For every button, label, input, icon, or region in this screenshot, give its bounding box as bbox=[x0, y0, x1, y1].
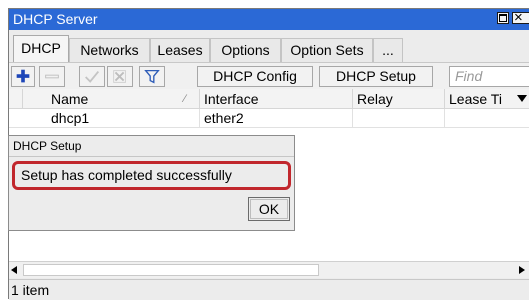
maximize-icon[interactable] bbox=[497, 12, 509, 24]
dialog-title: DHCP Setup bbox=[13, 139, 82, 153]
tab-leases[interactable]: Leases bbox=[150, 38, 210, 62]
close-icon[interactable] bbox=[512, 8, 529, 28]
window-titlebar[interactable]: DHCP Server bbox=[9, 8, 529, 30]
minus-icon bbox=[45, 74, 59, 79]
dhcp-config-button[interactable]: DHCP Config bbox=[197, 66, 313, 87]
cell-relay bbox=[353, 109, 445, 127]
cell-lease-time bbox=[445, 109, 529, 127]
enable-button[interactable] bbox=[79, 66, 105, 87]
table-row[interactable]: dhcp1 ether2 bbox=[9, 109, 529, 128]
tab-dhcp[interactable]: DHCP bbox=[13, 35, 69, 62]
find-input[interactable]: Find bbox=[449, 66, 529, 87]
columns-dropdown-icon[interactable] bbox=[517, 95, 527, 102]
column-header-relay[interactable]: Relay bbox=[353, 89, 445, 109]
scroll-left-icon[interactable] bbox=[11, 266, 17, 274]
horizontal-scrollbar[interactable] bbox=[9, 261, 529, 278]
table-header: Name ∕ Interface Relay Lease Ti bbox=[9, 89, 529, 109]
tab-option-sets[interactable]: Option Sets bbox=[281, 38, 373, 62]
tab-options[interactable]: Options bbox=[210, 38, 281, 62]
plus-icon bbox=[16, 69, 30, 83]
cross-icon bbox=[113, 70, 126, 83]
header-spacer bbox=[9, 89, 23, 109]
sort-icon: ∕ bbox=[184, 93, 186, 105]
scrollbar-thumb[interactable] bbox=[23, 264, 319, 276]
toolbar: DHCP Config DHCP Setup Find bbox=[9, 62, 529, 89]
filter-button[interactable] bbox=[139, 66, 165, 87]
window-title: DHCP Server bbox=[13, 11, 98, 27]
check-icon bbox=[85, 70, 100, 83]
add-button[interactable] bbox=[11, 66, 35, 87]
dialog-divider bbox=[9, 156, 294, 157]
column-header-name[interactable]: Name bbox=[47, 89, 200, 109]
column-header-lease-time[interactable]: Lease Ti bbox=[445, 89, 515, 109]
dhcp-setup-dialog: DHCP Setup Setup has completed successfu… bbox=[8, 135, 295, 231]
dhcp-setup-button[interactable]: DHCP Setup bbox=[319, 66, 433, 87]
cell-interface: ether2 bbox=[200, 109, 353, 127]
dialog-message: Setup has completed successfully bbox=[12, 161, 291, 190]
tab-more[interactable]: ... bbox=[373, 38, 403, 62]
column-header-interface[interactable]: Interface bbox=[200, 89, 353, 109]
disable-button[interactable] bbox=[107, 66, 133, 87]
cell-name: dhcp1 bbox=[47, 109, 200, 127]
scroll-right-icon[interactable] bbox=[519, 266, 525, 274]
tab-networks[interactable]: Networks bbox=[69, 38, 150, 62]
status-bar: 1 item bbox=[9, 279, 529, 300]
ok-button[interactable]: OK bbox=[248, 197, 290, 221]
remove-button[interactable] bbox=[39, 66, 65, 87]
filter-icon bbox=[144, 69, 160, 84]
